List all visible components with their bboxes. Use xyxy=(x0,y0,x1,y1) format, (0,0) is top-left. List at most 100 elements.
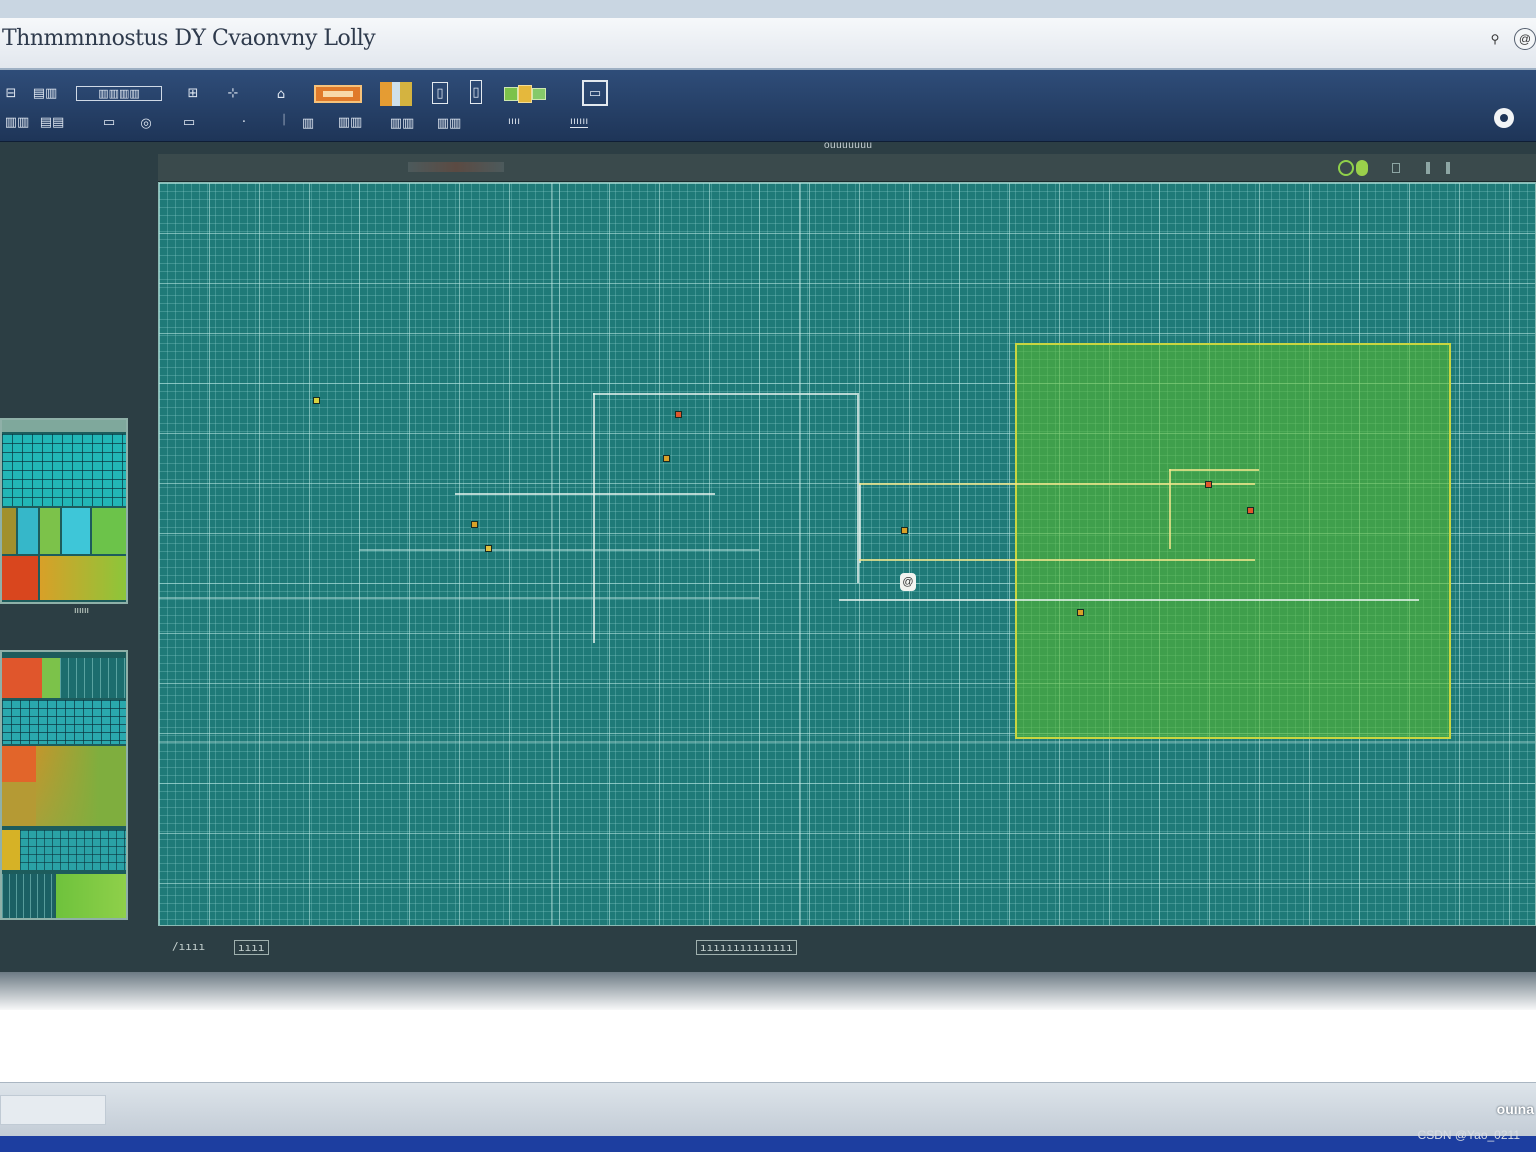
lower-blank-area xyxy=(0,1010,1536,1082)
route-line xyxy=(551,183,553,925)
canvas-tab-indicator[interactable] xyxy=(408,162,504,172)
route-line xyxy=(859,559,1255,561)
thumbnail-panel-2[interactable] xyxy=(0,650,128,920)
lock-glyph: ⌂ xyxy=(276,86,286,102)
ruler-glyph: ▥▥▥▥ xyxy=(98,87,140,100)
component-marker[interactable] xyxy=(901,527,908,534)
status-bar: ouına xyxy=(0,1082,1536,1136)
dot-icon[interactable]: · xyxy=(238,114,250,130)
component-marker[interactable] xyxy=(663,455,670,462)
route-line xyxy=(1169,469,1259,471)
component-marker[interactable] xyxy=(1077,609,1084,616)
thumb-2-block-orange xyxy=(2,746,36,782)
bar-icon[interactable]: ᛁ xyxy=(278,108,290,132)
thumbnail-panel-1[interactable] xyxy=(0,418,128,604)
handle-icon-b[interactable] xyxy=(1446,162,1450,174)
cursor-icon[interactable]: ⊹ xyxy=(216,84,250,102)
dot-glyph: · xyxy=(241,114,247,130)
box-icon[interactable]: ▭ xyxy=(176,114,202,130)
layers-glyph: ▤▥ xyxy=(32,85,58,101)
route-line xyxy=(455,493,715,495)
target-icon[interactable]: ◎ xyxy=(136,114,156,132)
map-layer-label: ıııı xyxy=(508,116,521,127)
thumb-1-block-red xyxy=(2,556,38,600)
window-title: Thnmmnnostus DY Cvaonvny Lolly xyxy=(2,26,376,51)
monitor-glyph: ▭ xyxy=(588,85,602,101)
chart-glyph: ▥ xyxy=(301,115,315,131)
thumb-2-block-grid xyxy=(60,658,126,698)
thumb-2-block-red xyxy=(2,658,42,698)
route-line xyxy=(593,393,595,643)
toolbar: ⊟ ▤▥ ▥▥▥▥ ⊞ ⊹ ⌂ ▯ ▯ ▭ ▥▥ ▤▤ ▭ ◎ ▭ · ᛁ ▥ … xyxy=(0,70,1536,142)
route-line xyxy=(839,599,1419,601)
window-glyph: ▭ xyxy=(102,114,116,130)
record-icon[interactable] xyxy=(1494,108,1514,128)
status-tab[interactable] xyxy=(0,1095,106,1125)
thumb-1-block-a xyxy=(2,508,16,554)
thumb-1-block-b xyxy=(18,508,38,554)
color-swatch-icon[interactable] xyxy=(380,82,412,106)
handle-icon[interactable] xyxy=(1426,162,1430,174)
map-layer-icon[interactable] xyxy=(503,83,547,105)
chart-icon[interactable]: ▥ xyxy=(296,115,320,131)
footer-label-a: /ıııı xyxy=(172,940,206,953)
box-glyph: ▭ xyxy=(182,114,196,130)
columns-glyph: ▥▥ xyxy=(436,115,462,131)
frame-icon[interactable]: ⊟ xyxy=(2,84,20,102)
green-toggle-icon[interactable] xyxy=(1356,160,1368,176)
monitor-label: ıııııı xyxy=(570,116,589,128)
component-marker[interactable] xyxy=(1205,481,1212,488)
help-circle-icon[interactable]: @ xyxy=(1514,28,1536,50)
highlight-bar-icon[interactable] xyxy=(314,85,362,103)
monitor-icon[interactable]: ▭ xyxy=(582,80,608,106)
route-line xyxy=(1169,469,1171,549)
thumb-1-block-d xyxy=(62,508,90,554)
window-top-strip xyxy=(0,0,1536,18)
cursor-glyph: ⊹ xyxy=(227,85,239,101)
layout-glyph: ▥▥ xyxy=(389,115,415,131)
green-status-icon[interactable] xyxy=(1338,160,1354,176)
footer-label-center[interactable]: ıııııııııııııı xyxy=(696,940,797,955)
chip-icon[interactable]: ⊞ xyxy=(184,84,202,102)
watermark: CSDN @Yao_0211 xyxy=(1417,1128,1520,1142)
grid-icon[interactable]: ▥▥ xyxy=(2,114,32,130)
route-line xyxy=(159,597,759,599)
pin-icon[interactable]: ⚲ xyxy=(1484,28,1506,50)
cursor-badge[interactable]: @ xyxy=(900,573,916,591)
thumb-2-block-olive xyxy=(2,782,36,826)
settings-icon[interactable] xyxy=(1392,163,1400,173)
component-marker[interactable] xyxy=(313,397,320,404)
app-window: Thnmmnnostus DY Cvaonvny Lolly ⚲ @ ⊟ ▤▥ … xyxy=(0,0,1536,1152)
columns-icon[interactable]: ▥▥ xyxy=(432,114,466,132)
frame-glyph: ⊟ xyxy=(5,85,17,101)
component-marker[interactable] xyxy=(485,545,492,552)
table-icon[interactable]: ▤▤ xyxy=(38,114,66,130)
route-line xyxy=(159,741,1535,743)
component-marker[interactable] xyxy=(471,521,478,528)
map-layer-yellow xyxy=(518,85,532,103)
window-icon[interactable]: ▭ xyxy=(98,114,120,130)
highlight-region[interactable] xyxy=(1015,343,1451,739)
thumb-2-grid-b xyxy=(20,830,126,870)
thumb-2-block-yellow xyxy=(2,830,20,870)
grid-canvas[interactable]: @ xyxy=(158,182,1536,926)
panel-glyph: ▯ xyxy=(436,85,444,101)
layout-icon[interactable]: ▥▥ xyxy=(386,114,418,132)
workspace-caption: ouuuuuuu xyxy=(824,140,873,151)
lock-icon[interactable]: ⌂ xyxy=(270,84,292,104)
table-glyph: ▤▤ xyxy=(39,114,65,130)
panel-icon[interactable]: ▯ xyxy=(432,82,448,104)
footer-label-b[interactable]: ıııı xyxy=(234,940,269,955)
thumb-1-grid xyxy=(2,434,126,506)
ruler-icon[interactable]: ▥▥▥▥ xyxy=(76,86,162,101)
component-marker[interactable] xyxy=(675,411,682,418)
target-glyph: ◎ xyxy=(140,115,152,131)
thumb-1-block-e xyxy=(92,508,126,554)
grid-small-icon[interactable]: ▥▥ xyxy=(334,114,366,130)
component-marker[interactable] xyxy=(1247,507,1254,514)
map-layer-green xyxy=(504,87,518,101)
layers-icon[interactable]: ▤▥ xyxy=(28,84,62,102)
swatch-light xyxy=(392,82,400,106)
route-line xyxy=(593,393,857,395)
column-icon[interactable]: ▯ xyxy=(470,80,482,104)
